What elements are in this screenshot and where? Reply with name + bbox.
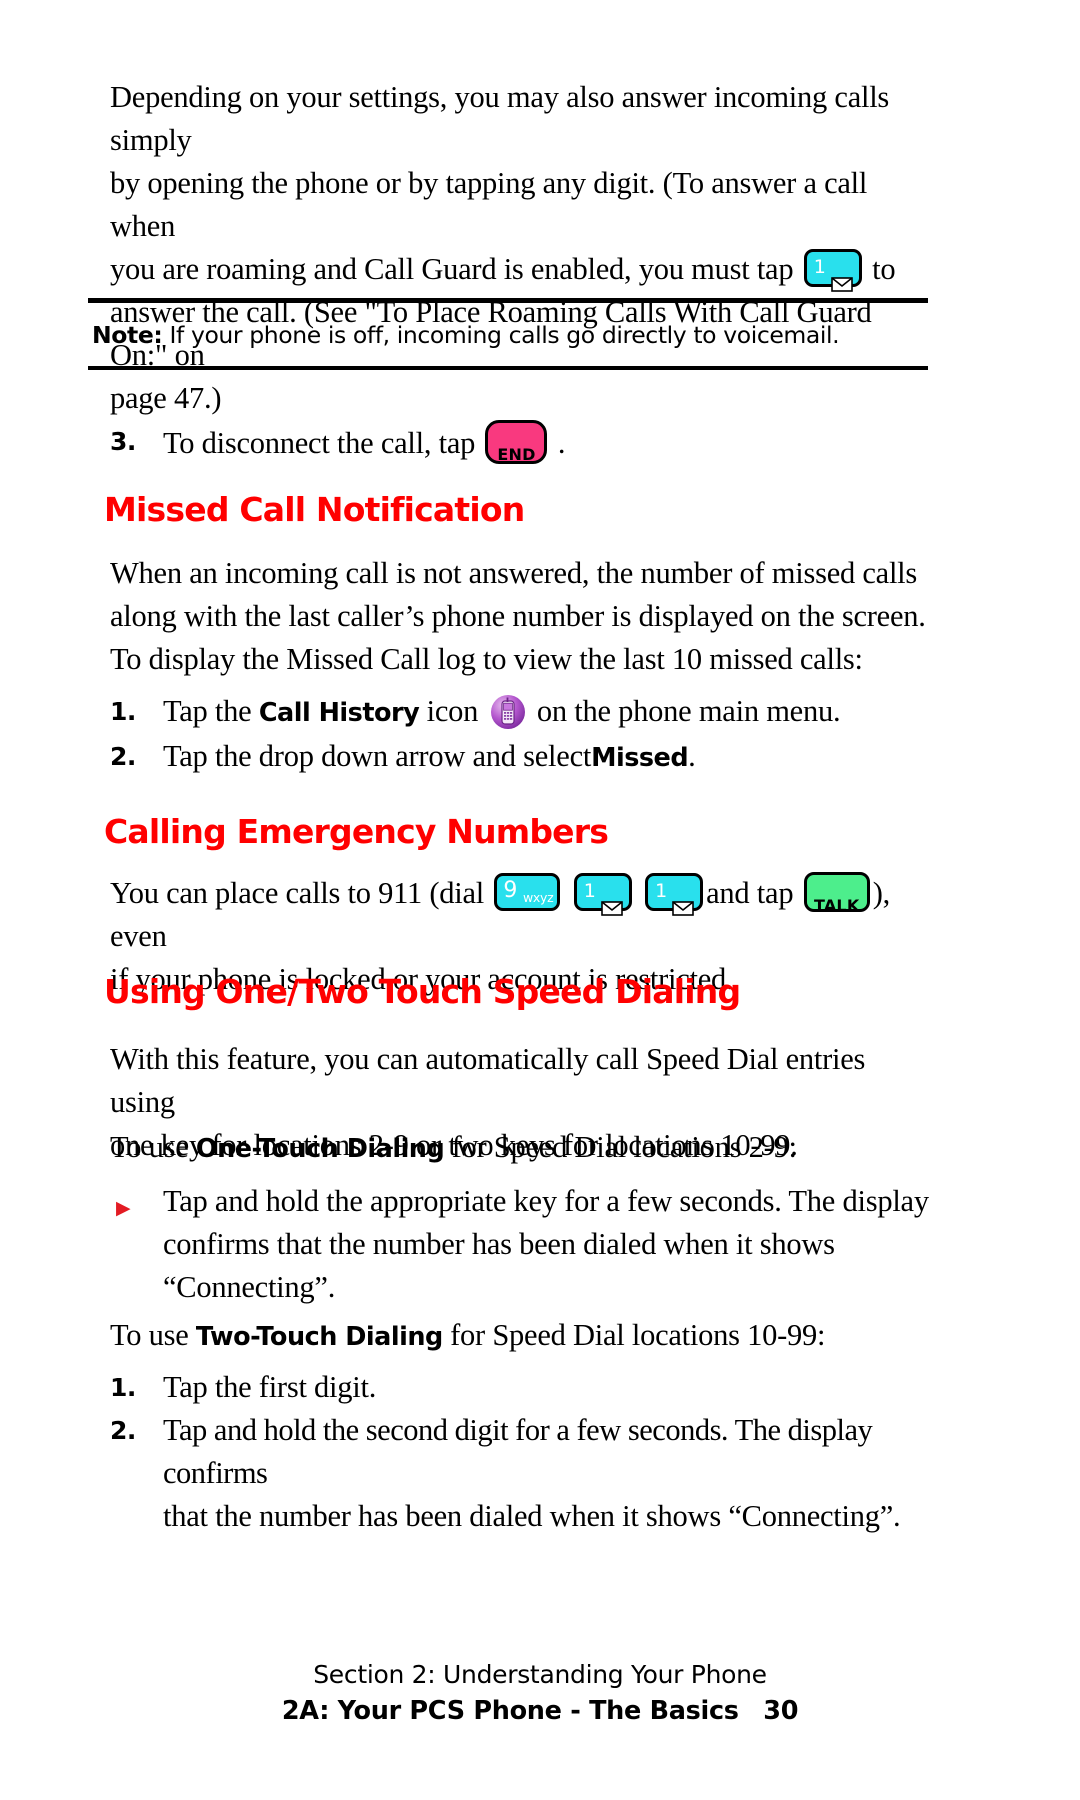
- two-touch-step-2-line-1: Tap and hold the second digit for a few …: [163, 1413, 873, 1490]
- envelope-icon: [830, 261, 853, 292]
- voicemail-key[interactable]: 1: [645, 873, 704, 916]
- missed-step-1-marker: 1.: [110, 697, 136, 726]
- emergency-seg-2: and tap: [706, 876, 794, 910]
- heading-speed-dialing: Using One/Two Touch Speed Dialing: [104, 972, 741, 1011]
- two-touch-post: for Speed Dial locations 10-99:: [450, 1318, 826, 1352]
- one-touch-bullet-line-2: confirms that the number has been dialed…: [163, 1227, 835, 1261]
- one-touch-bullet-list: ▶ Tap and hold the appropriate key for a…: [110, 1180, 930, 1309]
- footer-chapter-title: 2A: Your PCS Phone - The Basics: [281, 1696, 739, 1726]
- one-touch-bullet-line-3: “Connecting”.: [163, 1270, 336, 1304]
- intro-line-3-text: you are roaming and Call Guard is enable…: [110, 252, 794, 286]
- step-3-text: To disconnect the call, tap: [163, 426, 476, 460]
- two-touch-dialing-label: Two-Touch Dialing: [195, 1322, 443, 1352]
- nine-key-digit: 9: [503, 878, 518, 903]
- speed-dial-line-1: With this feature, you can automatically…: [110, 1042, 866, 1119]
- two-touch-step-2-marker: 2.: [110, 1416, 136, 1445]
- missed-step-1-mid: icon: [426, 694, 479, 728]
- missed-call-line-2: along with the last caller’s phone numbe…: [110, 599, 926, 633]
- list-item: 2. Tap the drop down arrow and selectMis…: [110, 735, 930, 780]
- page-footer: Section 2: Understanding Your Phone 2A: …: [0, 1660, 1080, 1726]
- step-3-tail: .: [557, 426, 566, 460]
- two-touch-intro: To use Two-Touch Dialing for Speed Dial …: [110, 1314, 930, 1359]
- voicemail-key[interactable]: 1: [573, 873, 632, 916]
- intro-line-2: by opening the phone or by tapping any d…: [110, 166, 868, 243]
- intro-line-5: page 47.): [110, 381, 222, 415]
- heading-calling-emergency-numbers: Calling Emergency Numbers: [104, 812, 609, 851]
- list-item: 2. Tap and hold the second digit for a f…: [110, 1409, 930, 1538]
- two-touch-step-2-line-2: that the number has been dialed when it …: [163, 1499, 901, 1533]
- manual-page: Depending on your settings, you may also…: [0, 0, 1080, 1800]
- one-touch-dialing-label: One-Touch Dialing: [195, 1134, 445, 1164]
- nine-key-letters: wxyz: [523, 890, 554, 905]
- note-content: Note: If your phone is off, incoming cal…: [88, 303, 928, 366]
- list-item: 1. Tap the Call History icon on the phon…: [110, 690, 930, 735]
- voicemail-key[interactable]: 1: [803, 249, 862, 292]
- one-touch-bullet-line-1: Tap and hold the appropriate key for a f…: [163, 1184, 929, 1218]
- missed-step-2-pre: Tap the drop down arrow and select: [163, 739, 592, 773]
- note-rule-bottom: [88, 366, 928, 370]
- envelope-icon: [672, 885, 694, 916]
- two-touch-pre: To use: [110, 1318, 189, 1352]
- step-3-list: 3. To disconnect the call, tap END .: [110, 420, 930, 465]
- missed-call-paragraph: When an incoming call is not answered, t…: [110, 552, 930, 638]
- missed-call-steps: 1. Tap the Call History icon on the phon…: [110, 690, 930, 780]
- end-key[interactable]: END: [485, 420, 548, 464]
- heading-missed-call-notification: Missed Call Notification: [104, 490, 525, 529]
- footer-section-line: Section 2: Understanding Your Phone: [313, 1660, 767, 1689]
- note-label: Note:: [92, 321, 163, 349]
- two-touch-step-1-text: Tap the first digit.: [163, 1370, 377, 1404]
- one-touch-post: for Speed Dial locations 2-9:: [451, 1130, 797, 1164]
- emergency-seg-1: You can place calls to 911 (dial: [110, 876, 485, 910]
- intro-line-1: Depending on your settings, you may also…: [110, 80, 890, 157]
- voicemail-key-digit: 1: [813, 256, 826, 278]
- two-touch-step-1-marker: 1.: [110, 1373, 136, 1402]
- one-touch-intro-text: To use One-Touch Dialing for Speed Dial …: [110, 1126, 930, 1171]
- one-touch-intro: To use One-Touch Dialing for Speed Dial …: [110, 1126, 930, 1171]
- envelope-icon: [600, 885, 623, 916]
- emergency-line-1: You can place calls to 911 (dial 9 wxyz …: [110, 872, 930, 958]
- missed-call-log-intro: To display the Missed Call log to view t…: [110, 642, 863, 676]
- note-block: Note: If your phone is off, incoming cal…: [88, 298, 928, 370]
- missed-step-1-tail: on the phone main menu.: [536, 694, 841, 728]
- missed-option-label: Missed: [591, 743, 689, 773]
- intro-line-3-tail: to: [872, 252, 896, 286]
- step-3-marker: 3.: [110, 427, 136, 456]
- nine-key[interactable]: 9 wxyz: [494, 873, 561, 911]
- missed-call-intro: To display the Missed Call log to view t…: [110, 638, 930, 681]
- list-item: 1. Tap the first digit.: [110, 1366, 930, 1409]
- two-touch-steps: 1. Tap the first digit. 2. Tap and hold …: [110, 1366, 930, 1538]
- missed-step-1-pre: Tap the: [163, 694, 252, 728]
- footer-page-number: 30: [763, 1696, 799, 1726]
- talk-key[interactable]: TALK: [803, 872, 870, 915]
- missed-step-2-marker: 2.: [110, 742, 136, 771]
- one-touch-pre: To use: [110, 1130, 189, 1164]
- missed-call-line-1: When an incoming call is not answered, t…: [110, 556, 918, 590]
- end-key-label: END: [497, 445, 536, 464]
- voicemail-key-digit: 1: [583, 880, 596, 902]
- call-history-icon[interactable]: [490, 694, 526, 730]
- call-history-label: Call History: [258, 698, 420, 728]
- list-item: 3. To disconnect the call, tap END .: [110, 420, 930, 465]
- voicemail-key-digit: 1: [655, 880, 667, 902]
- note-body: If your phone is off, incoming calls go …: [169, 321, 840, 349]
- missed-step-2-tail: .: [688, 739, 696, 773]
- intro-line-3: you are roaming and Call Guard is enable…: [110, 248, 930, 292]
- footer-chapter-line: 2A: Your PCS Phone - The Basics 30: [0, 1696, 1080, 1726]
- talk-key-label: TALK: [813, 896, 860, 915]
- list-item: ▶ Tap and hold the appropriate key for a…: [110, 1180, 930, 1309]
- two-touch-intro-text: To use Two-Touch Dialing for Speed Dial …: [110, 1314, 930, 1359]
- triangle-bullet-icon: ▶: [116, 1197, 131, 1219]
